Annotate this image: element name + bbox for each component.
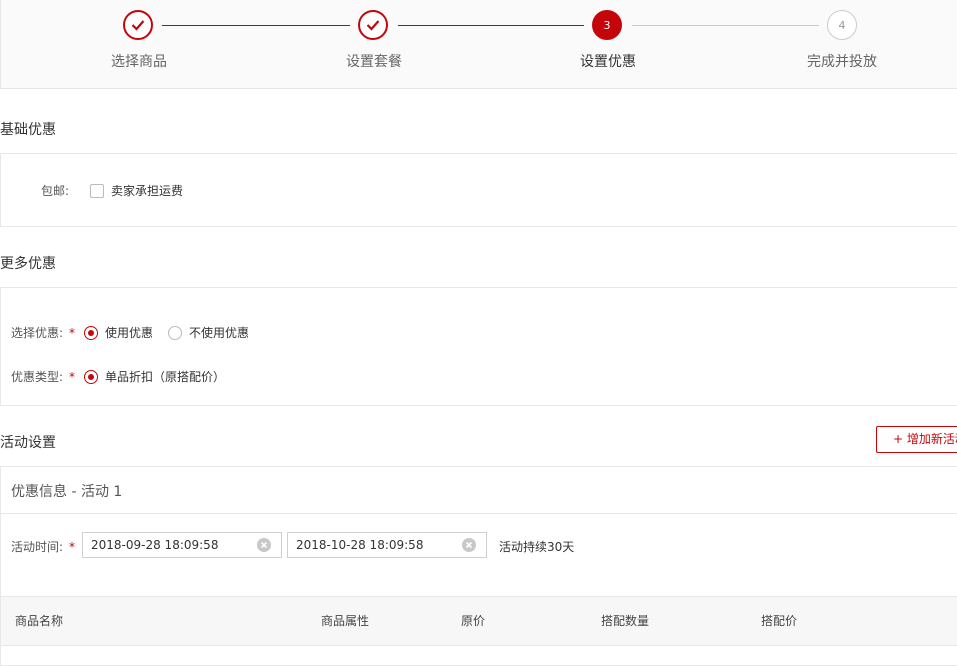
single-discount-option: 单品折扣（原搭配价）	[105, 370, 226, 384]
activity-panel-title: 优惠信息 - 活动 1	[11, 484, 123, 500]
required-mark: *	[69, 540, 76, 554]
step-connector	[632, 25, 819, 26]
header-product-attr: 商品属性	[321, 614, 370, 628]
divider	[1, 513, 957, 514]
step-connector	[398, 25, 584, 26]
required-mark: *	[69, 326, 76, 340]
add-activity-button[interactable]: + 增加新活动	[876, 426, 957, 453]
step-3-number: 3	[592, 10, 622, 40]
activity-duration: 活动持续30天	[499, 540, 575, 554]
seller-shipping-option: 卖家承担运费	[111, 184, 184, 198]
header-bundle-qty: 搭配数量	[601, 614, 650, 628]
header-product-name: 商品名称	[15, 614, 64, 628]
step-progress: 3 4 选择商品 设置套餐 设置优惠 完成并投放	[0, 0, 957, 89]
use-discount-option: 使用优惠	[105, 326, 154, 340]
end-time-input[interactable]: 2018-10-28 18:09:58	[287, 532, 487, 558]
start-time-value: 2018-09-28 18:09:58	[91, 538, 219, 552]
end-time-value: 2018-10-28 18:09:58	[296, 538, 424, 552]
basic-panel: 包邮: 卖家承担运费	[0, 153, 957, 227]
clear-end-icon[interactable]	[462, 538, 476, 552]
required-mark: *	[69, 370, 76, 384]
activity-time-text: 活动时间:	[11, 540, 64, 554]
no-discount-radio[interactable]	[168, 326, 182, 340]
select-discount-label: 选择优惠: *	[11, 324, 75, 341]
no-discount-option: 不使用优惠	[189, 326, 250, 340]
step-1-label: 选择商品	[111, 54, 167, 70]
activity-time-label: 活动时间: *	[11, 538, 75, 555]
start-time-input[interactable]: 2018-09-28 18:09:58	[82, 532, 282, 558]
step-2-check-icon	[358, 10, 388, 40]
clear-start-icon[interactable]	[257, 538, 271, 552]
header-bundle-price: 搭配价	[761, 614, 798, 628]
step-1-check-icon	[123, 10, 153, 40]
discount-type-text: 优惠类型:	[11, 370, 64, 384]
basic-section-title: 基础优惠	[0, 122, 56, 138]
select-discount-text: 选择优惠:	[11, 326, 64, 340]
header-original-price: 原价	[461, 614, 486, 628]
use-discount-radio[interactable]	[84, 326, 98, 340]
activity-section-title: 活动设置	[0, 435, 56, 451]
more-section-title: 更多优惠	[0, 256, 56, 272]
single-discount-radio[interactable]	[84, 370, 98, 384]
shipping-label: 包邮:	[41, 184, 70, 198]
step-4-number: 4	[827, 10, 857, 40]
more-panel: 选择优惠: * 使用优惠 不使用优惠 优惠类型: * 单品折扣（原搭配价）	[0, 287, 957, 406]
step-connector	[162, 25, 350, 26]
step-4-label: 完成并投放	[807, 54, 877, 70]
step-2-label: 设置套餐	[346, 54, 402, 70]
activity-panel: 优惠信息 - 活动 1 活动时间: * 2018-09-28 18:09:58 2…	[0, 466, 957, 666]
discount-type-label: 优惠类型: *	[11, 368, 75, 385]
step-3-label: 设置优惠	[580, 54, 636, 70]
seller-shipping-checkbox[interactable]	[90, 184, 104, 198]
